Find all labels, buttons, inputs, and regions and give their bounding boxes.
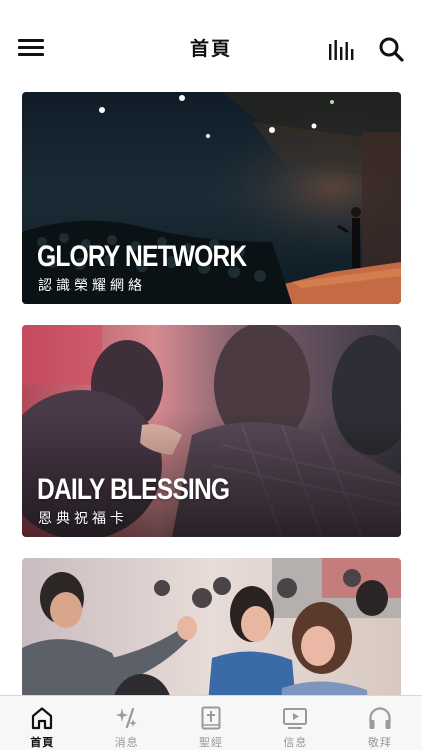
card-glory-network[interactable]: GLORY NETWORK 認識榮耀網絡 bbox=[22, 92, 401, 304]
app-header: 首頁 bbox=[0, 0, 422, 92]
tab-worship[interactable]: 敬拜 bbox=[338, 696, 422, 750]
tab-home[interactable]: 首頁 bbox=[0, 696, 84, 750]
headphones-icon bbox=[369, 707, 391, 729]
home-icon bbox=[32, 707, 53, 730]
tab-bible[interactable]: 聖經 bbox=[169, 696, 253, 750]
tab-label: 首頁 bbox=[30, 736, 55, 749]
page-title: 首頁 bbox=[189, 38, 232, 60]
video-icon bbox=[283, 708, 308, 729]
audio-bars-icon[interactable] bbox=[328, 38, 356, 60]
tab-label: 聖經 bbox=[199, 736, 224, 749]
search-icon[interactable] bbox=[378, 36, 404, 62]
crowd-high-five-photo bbox=[22, 558, 401, 695]
bible-icon bbox=[201, 706, 221, 730]
tab-label: 敬拜 bbox=[367, 736, 392, 749]
card-fellowship[interactable] bbox=[22, 558, 401, 695]
tab-label: 信息 bbox=[283, 736, 308, 749]
card-subtitle: 認識榮耀網絡 bbox=[38, 278, 146, 294]
card-subtitle: 恩典祝福卡 bbox=[38, 511, 128, 527]
tab-news[interactable]: 消息 bbox=[84, 696, 168, 750]
card-daily-blessing[interactable]: DAILY BLESSING 恩典祝福卡 bbox=[22, 325, 401, 537]
content-feed[interactable]: GLORY NETWORK 認識榮耀網絡 DAILY BLESSING 恩典祝福… bbox=[0, 92, 422, 695]
sparkle-icon bbox=[115, 707, 137, 729]
card-title: DAILY BLESSING bbox=[37, 473, 230, 506]
bottom-tab-bar: 首頁 消息 聖經 信息 敬拜 bbox=[0, 695, 422, 750]
card-title: GLORY NETWORK bbox=[37, 240, 247, 273]
tab-label: 消息 bbox=[114, 736, 139, 749]
tab-messages[interactable]: 信息 bbox=[253, 696, 337, 750]
